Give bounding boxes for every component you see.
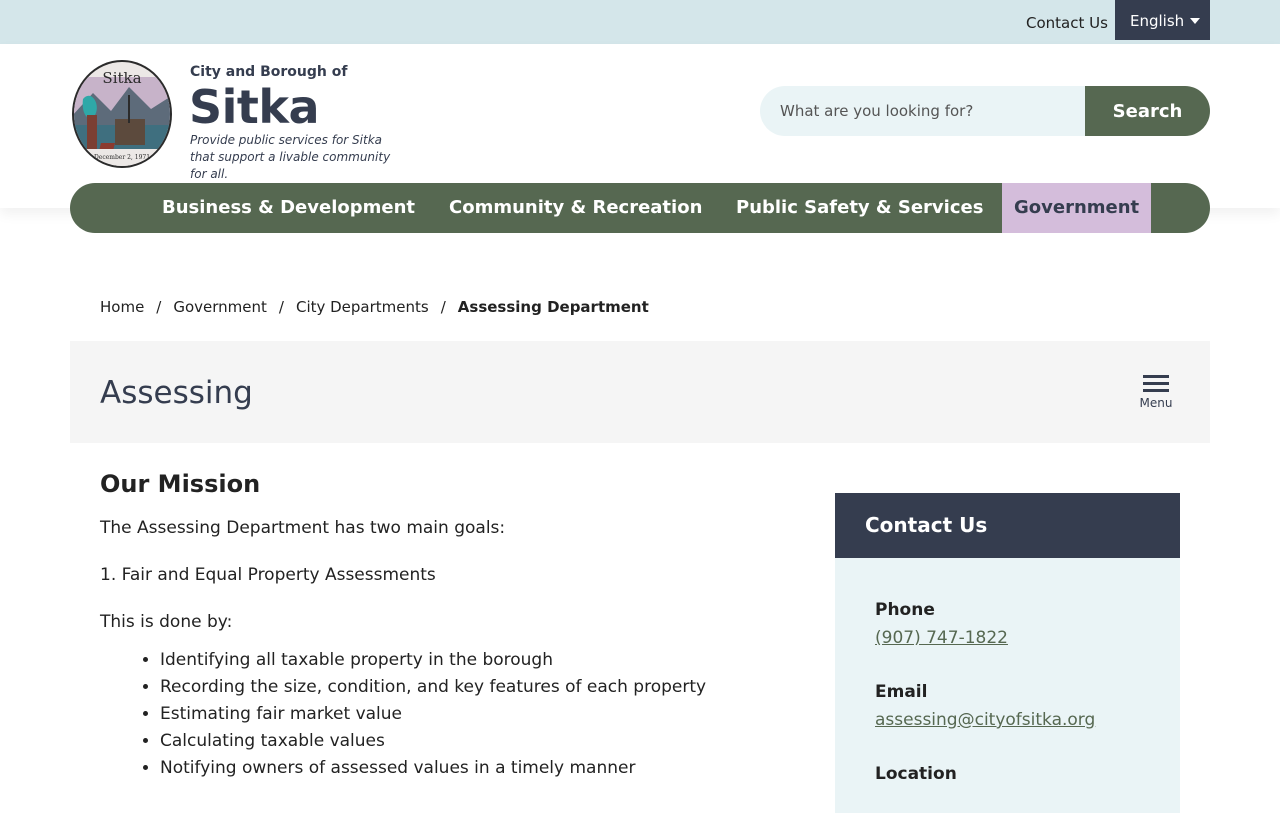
goal-paragraph: 1. Fair and Equal Property Assessments <box>100 565 436 585</box>
search-form: Search <box>760 86 1210 136</box>
phone-label: Phone <box>875 600 935 620</box>
sidebar-body: Phone (907) 747-1822 Email assessing@cit… <box>835 558 1180 784</box>
nav-item-public-safety-services[interactable]: Public Safety & Services <box>736 183 983 233</box>
utility-contact-link[interactable]: Contact Us <box>1026 14 1108 32</box>
nav-item-business-development[interactable]: Business & Development <box>162 183 415 233</box>
page-title: Assessing <box>100 375 253 411</box>
breadcrumb-current: Assessing Department <box>457 298 649 316</box>
tasks-list: Identifying all taxable property in the … <box>160 647 780 782</box>
main-nav: Business & Development Community & Recre… <box>70 183 1210 233</box>
list-item: Estimating fair market value <box>160 701 780 728</box>
breadcrumb: Home / Government / City Departments / Assessi… <box>100 298 649 316</box>
hamburger-icon-bar <box>1143 389 1169 392</box>
section-menu-button[interactable]: Menu <box>1138 375 1174 417</box>
search-button[interactable]: Search <box>1085 86 1210 136</box>
brand-tagline: Provide public services for Sitka that s… <box>190 133 391 181</box>
breadcrumb-separator: / <box>156 298 162 316</box>
location-label: Location <box>875 764 957 784</box>
menu-label: Menu <box>1139 396 1173 410</box>
email-link[interactable]: assessing@cityofsitka.org <box>875 710 1180 730</box>
breadcrumb-home[interactable]: Home <box>100 298 144 316</box>
breadcrumb-city-departments[interactable]: City Departments <box>296 298 429 316</box>
seal-title-text: Sitka <box>102 69 141 87</box>
hamburger-icon <box>1143 375 1169 378</box>
hamburger-icon-bar <box>1143 382 1169 385</box>
list-item: Recording the size, condition, and key f… <box>160 674 780 701</box>
search-input[interactable] <box>760 86 1090 136</box>
brand-prefix: City and Borough of <box>190 64 348 80</box>
intro-paragraph: The Assessing Department has two main go… <box>100 518 506 538</box>
email-label: Email <box>875 682 928 702</box>
nav-item-community-recreation[interactable]: Community & Recreation <box>449 183 702 233</box>
list-item: Notifying owners of assessed values in a… <box>160 755 780 782</box>
page-title-band: Assessing Menu <box>70 341 1210 443</box>
contact-sidebar: Contact Us Phone (907) 747-1822 Email as… <box>835 493 1180 813</box>
main-content: Our Mission The Assessing Department has… <box>100 470 780 782</box>
nav-item-government[interactable]: Government <box>1002 183 1152 233</box>
list-item: Identifying all taxable property in the … <box>160 647 780 674</box>
list-item: Calculating taxable values <box>160 728 780 755</box>
seal-date-text: December 2, 1971 <box>94 154 150 161</box>
phone-link[interactable]: (907) 747-1822 <box>875 628 1180 648</box>
mission-heading: Our Mission <box>100 470 261 498</box>
utility-bar: Contact Us English <box>0 0 1280 44</box>
breadcrumb-separator: / <box>440 298 446 316</box>
done-by-paragraph: This is done by: <box>100 612 233 632</box>
language-label: English <box>1130 12 1185 30</box>
sidebar-title: Contact Us <box>835 493 1180 558</box>
caret-down-icon <box>1190 18 1200 24</box>
city-seal-logo[interactable]: Sitka December 2, 1971 <box>71 59 173 169</box>
breadcrumb-government[interactable]: Government <box>173 298 267 316</box>
brand-name[interactable]: Sitka <box>189 80 320 134</box>
breadcrumb-separator: / <box>278 298 284 316</box>
language-select[interactable]: English <box>1115 0 1210 40</box>
